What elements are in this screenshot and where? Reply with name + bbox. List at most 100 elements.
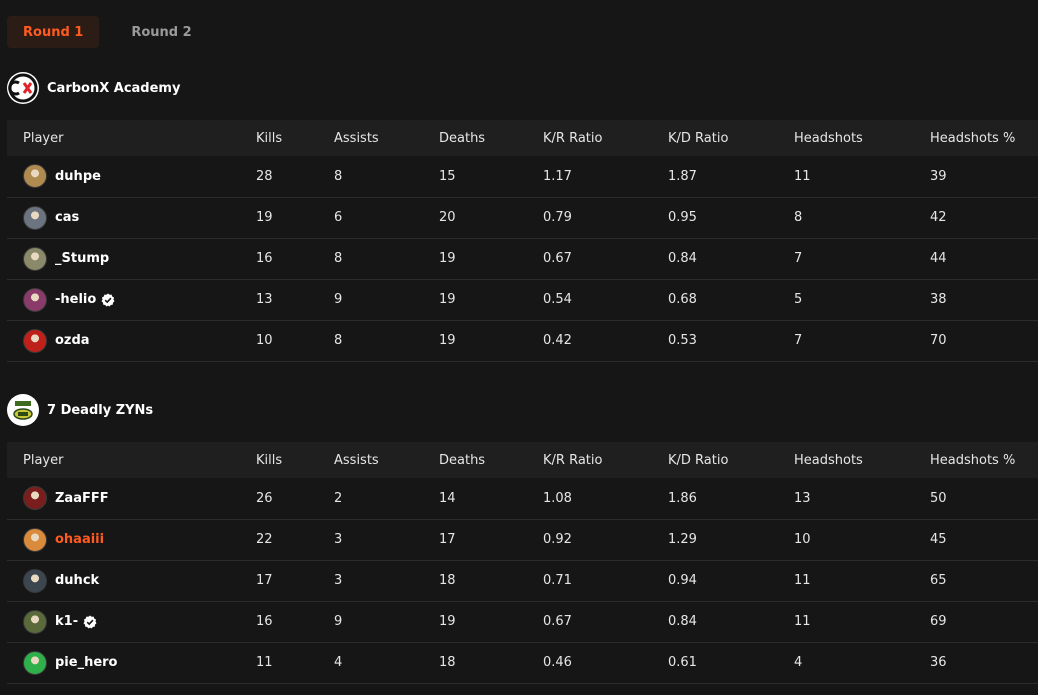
player-info[interactable]: cas [23,205,256,230]
column-header-assists[interactable]: Assists [334,442,439,478]
headshots-cell: 13 [794,478,930,520]
kills-cell: 11 [256,642,334,684]
kills-cell: 22 [256,519,334,561]
table-row: duhpe 28 8 15 1.17 1.87 11 39 [7,156,1038,198]
column-header-kr-ratio[interactable]: K/R Ratio [543,442,668,478]
avatar[interactable] [23,650,47,675]
avatar[interactable] [23,486,47,511]
column-header-headshots[interactable]: Headshots [794,442,930,478]
player-info[interactable]: pie_hero [23,650,256,675]
round-tabs: Round 1 Round 2 [7,16,208,48]
headshots-pct-cell: 69 [930,601,1038,643]
table-row: -helio 13 9 19 0.54 0.68 5 38 [7,279,1038,321]
avatar[interactable] [23,609,47,634]
player-cell: k1- [7,601,256,643]
column-header-headshots[interactable]: Headshots [794,120,930,156]
tab-round-1[interactable]: Round 1 [7,16,100,48]
kd-ratio-cell: 0.53 [668,320,794,362]
kd-ratio-cell: 1.86 [668,478,794,520]
player-cell: duhck [7,560,256,602]
player-info[interactable]: ohaaiii [23,527,256,552]
column-header-deaths[interactable]: Deaths [439,120,543,156]
headshots-cell: 5 [794,279,930,321]
avatar[interactable] [23,246,47,271]
headshots-pct-cell: 42 [930,197,1038,239]
kills-cell: 10 [256,320,334,362]
column-header-assists[interactable]: Assists [334,120,439,156]
player-name[interactable]: duhck [55,573,99,588]
team-stats-table-2: Player Kills Assists Deaths K/R Ratio K/… [7,442,1038,684]
player-name[interactable]: duhpe [55,169,101,184]
avatar[interactable] [23,328,47,353]
assists-cell: 6 [334,197,439,239]
player-name[interactable]: _Stump [55,251,109,266]
column-header-player[interactable]: Player [7,442,256,478]
player-name[interactable]: -helio [55,292,96,307]
avatar[interactable] [23,287,47,312]
player-cell: cas [7,197,256,239]
column-header-kr-ratio[interactable]: K/R Ratio [543,120,668,156]
player-name[interactable]: ohaaiii [55,532,104,547]
avatar[interactable] [23,568,47,593]
player-info[interactable]: duhck [23,568,256,593]
column-header-headshots-pct[interactable]: Headshots % [930,442,1038,478]
kr-ratio-cell: 0.42 [543,320,668,362]
table-row: ohaaiii 22 3 17 0.92 1.29 10 45 [7,519,1038,561]
kills-cell: 19 [256,197,334,239]
column-header-kd-ratio[interactable]: K/D Ratio [668,442,794,478]
tab-round-2[interactable]: Round 2 [115,16,207,48]
player-info[interactable]: _Stump [23,246,256,271]
column-header-kills[interactable]: Kills [256,120,334,156]
player-info[interactable]: k1- [23,609,256,634]
headshots-cell: 7 [794,238,930,280]
kills-cell: 16 [256,238,334,280]
assists-cell: 9 [334,601,439,643]
kd-ratio-cell: 0.84 [668,238,794,280]
kr-ratio-cell: 0.46 [543,642,668,684]
carbonx-logo-icon [7,72,39,104]
player-name[interactable]: cas [55,210,79,225]
player-info[interactable]: -helio [23,287,256,312]
deaths-cell: 19 [439,601,543,643]
player-name[interactable]: ozda [55,333,90,348]
deaths-cell: 19 [439,320,543,362]
player-name[interactable]: k1- [55,614,78,629]
player-info[interactable]: ZaaFFF [23,486,256,511]
column-header-kd-ratio[interactable]: K/D Ratio [668,120,794,156]
avatar[interactable] [23,205,47,230]
assists-cell: 3 [334,560,439,602]
player-cell: pie_hero [7,642,256,684]
player-name[interactable]: ZaaFFF [55,491,109,506]
headshots-pct-cell: 39 [930,156,1038,198]
team-name[interactable]: CarbonX Academy [47,81,180,96]
column-header-headshots-pct[interactable]: Headshots % [930,120,1038,156]
column-header-deaths[interactable]: Deaths [439,442,543,478]
avatar[interactable] [23,527,47,552]
player-cell: ozda [7,320,256,362]
player-info[interactable]: duhpe [23,164,256,189]
column-header-kills[interactable]: Kills [256,442,334,478]
kills-cell: 28 [256,156,334,198]
kd-ratio-cell: 0.84 [668,601,794,643]
player-info[interactable]: ozda [23,328,256,353]
table-row: _Stump 16 8 19 0.67 0.84 7 44 [7,238,1038,280]
kd-ratio-cell: 0.61 [668,642,794,684]
deaths-cell: 15 [439,156,543,198]
avatar[interactable] [23,164,47,189]
table-row: ZaaFFF 26 2 14 1.08 1.86 13 50 [7,478,1038,520]
column-header-player[interactable]: Player [7,120,256,156]
team-header-2: 7 Deadly ZYNs [7,394,153,426]
headshots-pct-cell: 70 [930,320,1038,362]
kr-ratio-cell: 0.54 [543,279,668,321]
kr-ratio-cell: 1.08 [543,478,668,520]
team-name[interactable]: 7 Deadly ZYNs [47,403,153,418]
table-header-row: Player Kills Assists Deaths K/R Ratio K/… [7,442,1038,478]
assists-cell: 8 [334,320,439,362]
kd-ratio-cell: 0.68 [668,279,794,321]
deaths-cell: 18 [439,642,543,684]
kd-ratio-cell: 0.94 [668,560,794,602]
headshots-cell: 4 [794,642,930,684]
player-name[interactable]: pie_hero [55,655,118,670]
zyn-logo-icon [7,394,39,426]
deaths-cell: 19 [439,279,543,321]
